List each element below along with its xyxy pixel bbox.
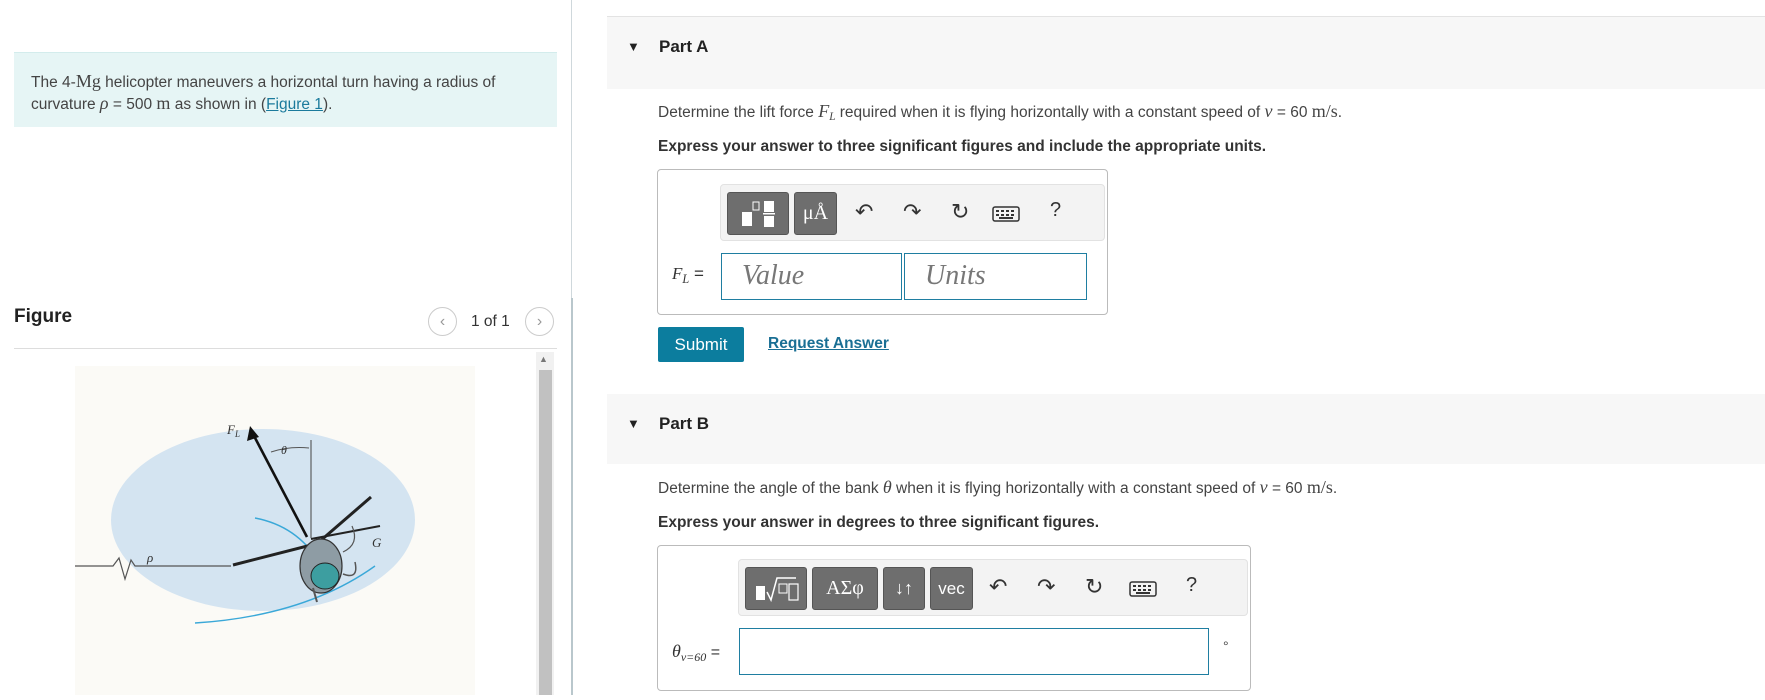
subscript-superscript-button[interactable]: ↓↑ [883, 567, 925, 610]
g-label: G [372, 535, 382, 550]
rho-label: ρ [146, 550, 153, 565]
helicopter-figure: FL θ ρ G [75, 422, 415, 624]
figure-image: FL θ ρ G [75, 366, 475, 695]
figure-link[interactable]: Figure 1 [266, 96, 323, 113]
part-a-instruction: Express your answer to three significant… [658, 138, 1267, 155]
q-symbol: θ [882, 477, 892, 497]
templates-button[interactable] [745, 567, 807, 610]
q-text: Determine the angle of the bank [658, 480, 883, 497]
units-input[interactable]: Units [904, 253, 1087, 300]
q-velocity-symbol: v [1259, 477, 1268, 497]
units-button[interactable]: μÅ [794, 192, 837, 235]
reset-icon[interactable]: ↻ [951, 199, 969, 225]
helicopter-canopy [310, 562, 340, 590]
collapse-caret-icon[interactable]: ▼ [627, 39, 640, 54]
scroll-up-arrow-icon[interactable]: ▲ [539, 354, 548, 364]
problem-pane: The 4-Mg helicopter maneuvers a horizont… [0, 0, 572, 695]
reset-icon[interactable]: ↻ [1085, 574, 1103, 600]
q-text: = 60 [1272, 104, 1312, 121]
answer-equals: = [693, 264, 704, 283]
pane-divider[interactable] [571, 298, 573, 695]
previous-figure-button[interactable]: ‹ [428, 307, 457, 336]
theta-label: θ [281, 443, 287, 457]
answer-symbol-sub: L [682, 271, 690, 286]
answer-symbol: F [672, 264, 683, 283]
help-button[interactable]: ? [1186, 574, 1197, 597]
problem-statement: The 4-Mg helicopter maneuvers a horizont… [14, 52, 557, 127]
redo-icon[interactable]: ↷ [1037, 574, 1055, 600]
q-unit: m/s [1306, 477, 1333, 497]
angle-input[interactable] [739, 628, 1209, 675]
templates-icon [742, 200, 775, 227]
part-b-answer-label: θv=60 = [672, 641, 721, 664]
figure-scrollbar-thumb[interactable] [539, 370, 552, 695]
value-input[interactable]: Value [721, 253, 902, 300]
undo-icon[interactable]: ↶ [989, 574, 1007, 600]
intro-text-5: ). [322, 96, 333, 113]
redo-icon[interactable]: ↷ [903, 199, 921, 225]
keyboard-icon[interactable] [1129, 578, 1157, 604]
intro-text-4: as shown in ( [170, 96, 267, 113]
part-a-title: Part A [659, 37, 709, 56]
q-text: when it is flying horizontally with a co… [891, 480, 1260, 497]
intro-m-unit: m [156, 93, 171, 113]
answer-equals: = [710, 644, 721, 661]
part-b-question: Determine the angle of the bank θ when i… [658, 477, 1337, 498]
part-a-question: Determine the lift force FL required whe… [658, 101, 1343, 124]
part-b-header[interactable]: ▼ Part B [607, 394, 1765, 464]
answer-symbol-sub: v=60 [680, 649, 707, 664]
part-b-toolbar: ΑΣφ ↓↑ vec ↶ ↷ ↻ ? [738, 559, 1248, 616]
templates-button[interactable] [727, 192, 789, 235]
templates-radical-icon [756, 576, 799, 602]
chevron-right-icon: › [536, 312, 543, 330]
help-button[interactable]: ? [1050, 199, 1061, 222]
figure-heading: Figure [14, 306, 73, 327]
intro-mass-unit: Mg [75, 71, 101, 91]
units-placeholder: Units [925, 260, 986, 291]
q-text: = 60 [1267, 480, 1307, 497]
lift-force-label: FL [226, 422, 240, 439]
intro-text-1: The 4- [31, 74, 76, 91]
q-text: required when it is flying horizontally … [835, 104, 1265, 121]
submit-button[interactable]: Submit [658, 327, 744, 362]
request-answer-link[interactable]: Request Answer [768, 335, 889, 353]
intro-rho: ρ [99, 93, 109, 113]
value-placeholder: Value [742, 260, 805, 291]
intro-text-3: = 500 [108, 96, 157, 113]
part-a-answer-label: FL = [672, 264, 704, 286]
degree-unit: ° [1223, 638, 1229, 654]
part-a-toolbar: μÅ ↶ ↷ ↻ ? [720, 184, 1105, 241]
part-b-title: Part B [659, 414, 710, 433]
q-text: . [1337, 104, 1343, 121]
part-b-answer-box: ΑΣφ ↓↑ vec ↶ ↷ ↻ ? θv=60 = ° [657, 545, 1251, 691]
undo-icon[interactable]: ↶ [855, 199, 873, 225]
q-velocity-symbol: v [1264, 101, 1273, 121]
q-unit: m/s [1311, 101, 1338, 121]
part-a-header[interactable]: ▼ Part A [607, 17, 1765, 89]
vector-button[interactable]: vec [930, 567, 973, 610]
keyboard-icon[interactable] [992, 203, 1020, 229]
q-symbol-sub: L [829, 111, 836, 124]
part-b-instruction: Express your answer in degrees to three … [658, 514, 1100, 531]
next-figure-button[interactable]: › [525, 307, 554, 336]
answer-symbol: θ [672, 641, 681, 661]
greek-symbols-button[interactable]: ΑΣφ [812, 567, 878, 610]
q-text: . [1332, 480, 1338, 497]
q-text: Determine the lift force [658, 104, 819, 121]
chevron-left-icon: ‹ [439, 312, 446, 330]
figure-pager-count: 1 of 1 [471, 313, 510, 330]
q-symbol: F [818, 101, 830, 121]
figure-divider [14, 348, 557, 349]
part-a-answer-box: μÅ ↶ ↷ ↻ ? FL = Value Units [657, 169, 1108, 315]
collapse-caret-icon[interactable]: ▼ [627, 416, 640, 431]
